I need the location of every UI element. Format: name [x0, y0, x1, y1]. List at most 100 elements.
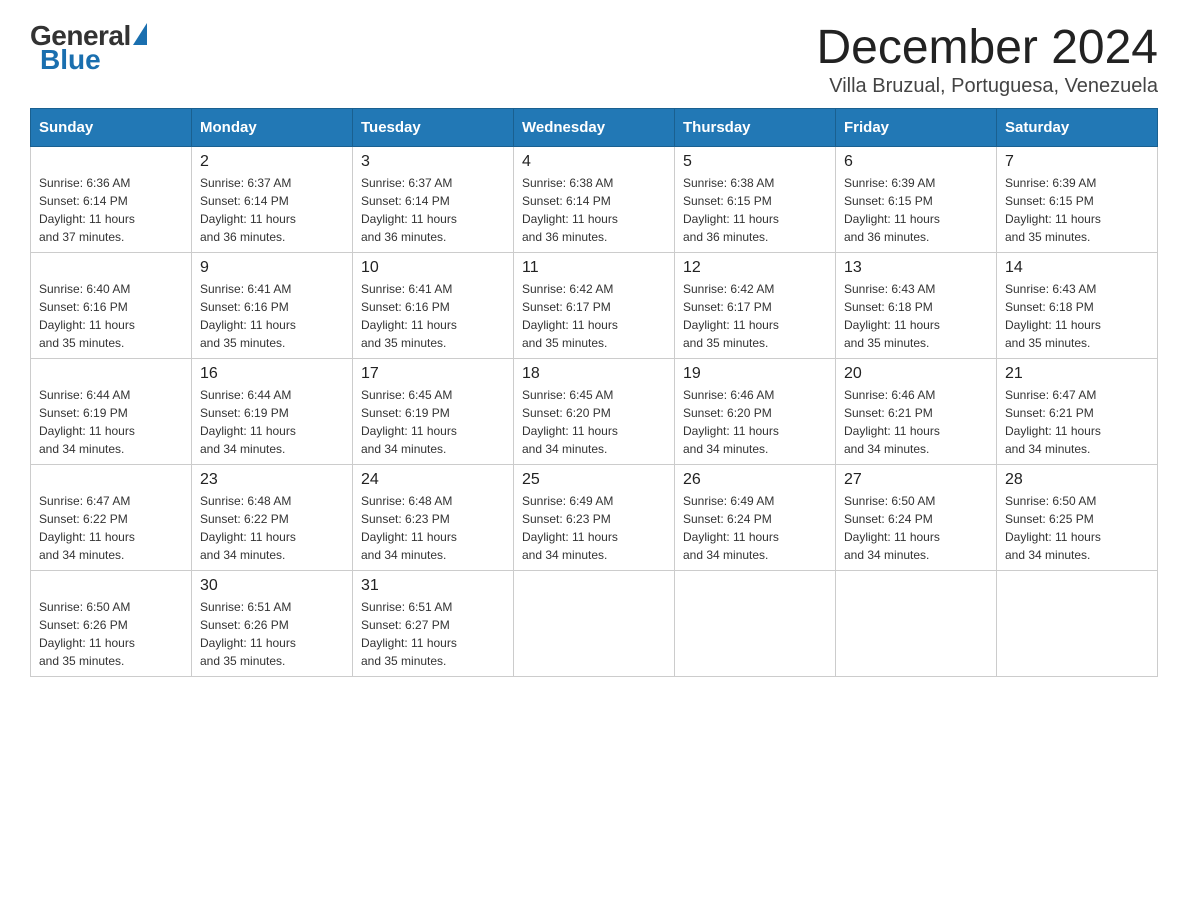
logo-triangle-icon: [133, 23, 147, 45]
day-info: Sunrise: 6:44 AM Sunset: 6:19 PM Dayligh…: [200, 386, 344, 458]
day-info: Sunrise: 6:47 AM Sunset: 6:21 PM Dayligh…: [1005, 386, 1149, 458]
day-number: 1: [39, 153, 183, 171]
day-number: 31: [361, 577, 505, 595]
weekday-header-sunday: Sunday: [31, 109, 192, 147]
day-number: 14: [1005, 259, 1149, 277]
logo-blue-text: Blue: [40, 44, 101, 76]
calendar-cell: 28 Sunrise: 6:50 AM Sunset: 6:25 PM Dayl…: [997, 465, 1158, 571]
calendar-header-row: SundayMondayTuesdayWednesdayThursdayFrid…: [31, 109, 1158, 147]
day-info: Sunrise: 6:38 AM Sunset: 6:14 PM Dayligh…: [522, 174, 666, 246]
day-number: 15: [39, 365, 183, 383]
day-number: 12: [683, 259, 827, 277]
day-number: 6: [844, 153, 988, 171]
day-info: Sunrise: 6:46 AM Sunset: 6:21 PM Dayligh…: [844, 386, 988, 458]
calendar-cell: 23 Sunrise: 6:48 AM Sunset: 6:22 PM Dayl…: [192, 465, 353, 571]
day-info: Sunrise: 6:50 AM Sunset: 6:25 PM Dayligh…: [1005, 492, 1149, 564]
day-info: Sunrise: 6:41 AM Sunset: 6:16 PM Dayligh…: [200, 280, 344, 352]
day-info: Sunrise: 6:37 AM Sunset: 6:14 PM Dayligh…: [200, 174, 344, 246]
day-info: Sunrise: 6:38 AM Sunset: 6:15 PM Dayligh…: [683, 174, 827, 246]
page-header: General Blue December 2024 Villa Bruzual…: [30, 20, 1158, 98]
calendar-cell: 6 Sunrise: 6:39 AM Sunset: 6:15 PM Dayli…: [836, 147, 997, 253]
calendar-week-row: 22 Sunrise: 6:47 AM Sunset: 6:22 PM Dayl…: [31, 465, 1158, 571]
calendar-cell: 14 Sunrise: 6:43 AM Sunset: 6:18 PM Dayl…: [997, 253, 1158, 359]
calendar-cell: 11 Sunrise: 6:42 AM Sunset: 6:17 PM Dayl…: [514, 253, 675, 359]
calendar-cell: 25 Sunrise: 6:49 AM Sunset: 6:23 PM Dayl…: [514, 465, 675, 571]
day-number: 17: [361, 365, 505, 383]
day-number: 18: [522, 365, 666, 383]
day-info: Sunrise: 6:40 AM Sunset: 6:16 PM Dayligh…: [39, 280, 183, 352]
calendar-cell: 17 Sunrise: 6:45 AM Sunset: 6:19 PM Dayl…: [353, 359, 514, 465]
day-info: Sunrise: 6:51 AM Sunset: 6:26 PM Dayligh…: [200, 598, 344, 670]
calendar-cell: [997, 571, 1158, 677]
calendar-cell: [675, 571, 836, 677]
day-info: Sunrise: 6:48 AM Sunset: 6:22 PM Dayligh…: [200, 492, 344, 564]
day-info: Sunrise: 6:43 AM Sunset: 6:18 PM Dayligh…: [844, 280, 988, 352]
calendar-cell: 1 Sunrise: 6:36 AM Sunset: 6:14 PM Dayli…: [31, 147, 192, 253]
calendar-cell: 4 Sunrise: 6:38 AM Sunset: 6:14 PM Dayli…: [514, 147, 675, 253]
day-info: Sunrise: 6:50 AM Sunset: 6:24 PM Dayligh…: [844, 492, 988, 564]
calendar-cell: 5 Sunrise: 6:38 AM Sunset: 6:15 PM Dayli…: [675, 147, 836, 253]
day-info: Sunrise: 6:51 AM Sunset: 6:27 PM Dayligh…: [361, 598, 505, 670]
title-block: December 2024 Villa Bruzual, Portuguesa,…: [816, 20, 1158, 98]
day-number: 16: [200, 365, 344, 383]
day-info: Sunrise: 6:37 AM Sunset: 6:14 PM Dayligh…: [361, 174, 505, 246]
calendar-cell: 30 Sunrise: 6:51 AM Sunset: 6:26 PM Dayl…: [192, 571, 353, 677]
day-info: Sunrise: 6:45 AM Sunset: 6:19 PM Dayligh…: [361, 386, 505, 458]
calendar-cell: 10 Sunrise: 6:41 AM Sunset: 6:16 PM Dayl…: [353, 253, 514, 359]
day-info: Sunrise: 6:42 AM Sunset: 6:17 PM Dayligh…: [522, 280, 666, 352]
day-number: 30: [200, 577, 344, 595]
day-info: Sunrise: 6:39 AM Sunset: 6:15 PM Dayligh…: [844, 174, 988, 246]
weekday-header-thursday: Thursday: [675, 109, 836, 147]
day-number: 5: [683, 153, 827, 171]
calendar-week-row: 29 Sunrise: 6:50 AM Sunset: 6:26 PM Dayl…: [31, 571, 1158, 677]
day-info: Sunrise: 6:45 AM Sunset: 6:20 PM Dayligh…: [522, 386, 666, 458]
day-info: Sunrise: 6:46 AM Sunset: 6:20 PM Dayligh…: [683, 386, 827, 458]
calendar-week-row: 8 Sunrise: 6:40 AM Sunset: 6:16 PM Dayli…: [31, 253, 1158, 359]
calendar-cell: 26 Sunrise: 6:49 AM Sunset: 6:24 PM Dayl…: [675, 465, 836, 571]
day-info: Sunrise: 6:43 AM Sunset: 6:18 PM Dayligh…: [1005, 280, 1149, 352]
month-title: December 2024: [816, 20, 1158, 75]
day-info: Sunrise: 6:42 AM Sunset: 6:17 PM Dayligh…: [683, 280, 827, 352]
day-number: 26: [683, 471, 827, 489]
weekday-header-tuesday: Tuesday: [353, 109, 514, 147]
calendar-week-row: 15 Sunrise: 6:44 AM Sunset: 6:19 PM Dayl…: [31, 359, 1158, 465]
day-info: Sunrise: 6:49 AM Sunset: 6:23 PM Dayligh…: [522, 492, 666, 564]
day-number: 25: [522, 471, 666, 489]
day-info: Sunrise: 6:49 AM Sunset: 6:24 PM Dayligh…: [683, 492, 827, 564]
day-number: 20: [844, 365, 988, 383]
calendar-cell: 16 Sunrise: 6:44 AM Sunset: 6:19 PM Dayl…: [192, 359, 353, 465]
calendar-cell: [836, 571, 997, 677]
day-number: 3: [361, 153, 505, 171]
day-number: 24: [361, 471, 505, 489]
day-number: 28: [1005, 471, 1149, 489]
day-number: 9: [200, 259, 344, 277]
day-number: 27: [844, 471, 988, 489]
day-info: Sunrise: 6:41 AM Sunset: 6:16 PM Dayligh…: [361, 280, 505, 352]
day-info: Sunrise: 6:39 AM Sunset: 6:15 PM Dayligh…: [1005, 174, 1149, 246]
calendar-cell: 22 Sunrise: 6:47 AM Sunset: 6:22 PM Dayl…: [31, 465, 192, 571]
calendar-cell: 12 Sunrise: 6:42 AM Sunset: 6:17 PM Dayl…: [675, 253, 836, 359]
calendar-cell: 19 Sunrise: 6:46 AM Sunset: 6:20 PM Dayl…: [675, 359, 836, 465]
calendar-cell: 15 Sunrise: 6:44 AM Sunset: 6:19 PM Dayl…: [31, 359, 192, 465]
calendar-cell: 2 Sunrise: 6:37 AM Sunset: 6:14 PM Dayli…: [192, 147, 353, 253]
calendar-cell: 29 Sunrise: 6:50 AM Sunset: 6:26 PM Dayl…: [31, 571, 192, 677]
calendar-cell: 8 Sunrise: 6:40 AM Sunset: 6:16 PM Dayli…: [31, 253, 192, 359]
calendar-cell: 27 Sunrise: 6:50 AM Sunset: 6:24 PM Dayl…: [836, 465, 997, 571]
logo: General Blue: [30, 20, 147, 76]
day-number: 21: [1005, 365, 1149, 383]
weekday-header-monday: Monday: [192, 109, 353, 147]
weekday-header-saturday: Saturday: [997, 109, 1158, 147]
calendar-cell: 24 Sunrise: 6:48 AM Sunset: 6:23 PM Dayl…: [353, 465, 514, 571]
calendar-cell: 3 Sunrise: 6:37 AM Sunset: 6:14 PM Dayli…: [353, 147, 514, 253]
day-info: Sunrise: 6:48 AM Sunset: 6:23 PM Dayligh…: [361, 492, 505, 564]
day-number: 8: [39, 259, 183, 277]
calendar-table: SundayMondayTuesdayWednesdayThursdayFrid…: [30, 108, 1158, 677]
day-info: Sunrise: 6:36 AM Sunset: 6:14 PM Dayligh…: [39, 174, 183, 246]
day-info: Sunrise: 6:44 AM Sunset: 6:19 PM Dayligh…: [39, 386, 183, 458]
day-number: 10: [361, 259, 505, 277]
calendar-week-row: 1 Sunrise: 6:36 AM Sunset: 6:14 PM Dayli…: [31, 147, 1158, 253]
calendar-cell: 21 Sunrise: 6:47 AM Sunset: 6:21 PM Dayl…: [997, 359, 1158, 465]
calendar-cell: [514, 571, 675, 677]
calendar-cell: 7 Sunrise: 6:39 AM Sunset: 6:15 PM Dayli…: [997, 147, 1158, 253]
day-number: 2: [200, 153, 344, 171]
